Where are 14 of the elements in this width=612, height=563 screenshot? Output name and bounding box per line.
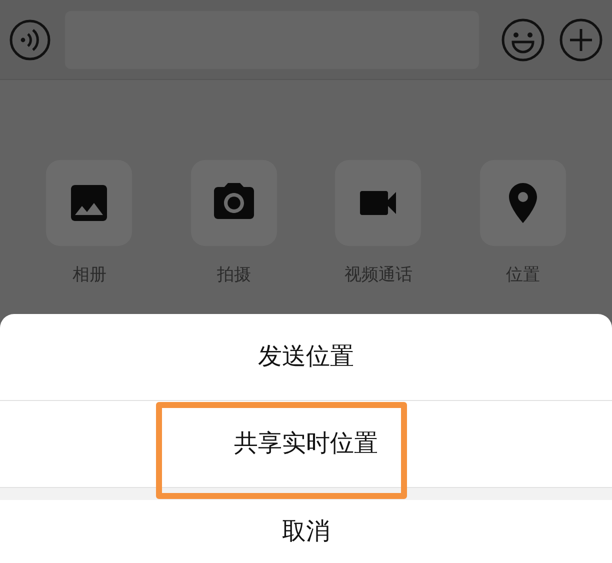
plus-icon[interactable]: [559, 18, 603, 62]
attachment-tile[interactable]: [480, 160, 566, 246]
attachment-label: 拍摄: [216, 264, 251, 286]
attachment-tile[interactable]: [46, 160, 132, 246]
attachment-tile[interactable]: [335, 160, 422, 246]
action-option[interactable]: 发送位置: [250, 339, 362, 375]
voice-icon[interactable]: [9, 18, 51, 60]
cancel-button[interactable]: 取消: [274, 514, 338, 550]
action-option[interactable]: 共享实时位置: [226, 426, 386, 462]
attachment-label: 视频通话: [344, 264, 412, 286]
smiley-icon[interactable]: [501, 18, 545, 62]
attachment-tile[interactable]: [190, 160, 277, 246]
attachment-label: 相册: [72, 264, 106, 286]
attachment-label: 位置: [506, 264, 540, 286]
